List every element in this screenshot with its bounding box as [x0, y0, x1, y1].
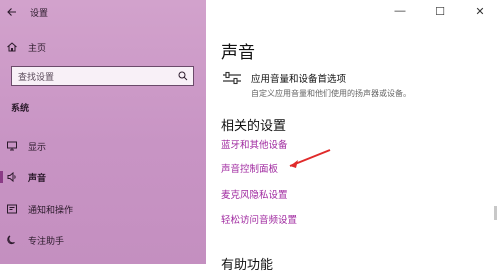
sidebar-item-home[interactable]: 主页 — [0, 36, 206, 58]
page-title: 声音 — [221, 43, 255, 63]
sidebar-item-label: 专注助手 — [28, 235, 65, 246]
maximize-button[interactable]: ☐ — [420, 0, 460, 22]
active-indicator — [0, 171, 3, 183]
close-button[interactable]: ✕ — [460, 0, 500, 22]
scrollbar-thumb[interactable] — [494, 206, 497, 220]
window-controls: — ☐ ✕ — [380, 0, 500, 22]
sidebar-item-label: 通知和操作 — [28, 204, 74, 215]
sidebar-item-label: 主页 — [28, 42, 47, 53]
back-arrow-icon[interactable] — [0, 0, 24, 24]
sidebar-item-notifications[interactable]: 通知和操作 — [0, 198, 206, 220]
speaker-icon — [0, 171, 24, 183]
section-heading: 系统 — [11, 103, 30, 113]
moon-icon — [0, 234, 24, 246]
link-microphone-privacy[interactable]: 麦克风隐私设置 — [221, 187, 288, 201]
related-settings-heading: 相关的设置 — [221, 119, 287, 134]
link-ease-of-access-audio[interactable]: 轻松访问音频设置 — [221, 212, 297, 226]
sidebar-item-display[interactable]: 显示 — [0, 135, 206, 157]
search-placeholder: 查找设置 — [18, 71, 55, 82]
option-text: 应用音量和设备首选项 自定义应用音量和他们使用的扬声器或设备。 — [251, 68, 411, 99]
app-title: 设置 — [30, 7, 49, 18]
app-volume-option[interactable]: 应用音量和设备首选项 自定义应用音量和他们使用的扬声器或设备。 — [221, 68, 491, 98]
home-icon — [0, 41, 24, 53]
sidebar: 设置 主页 查找设置 系统 显示 声音 通知和操作 专注助手 — [0, 0, 206, 264]
sliders-icon — [221, 70, 245, 94]
option-description: 自定义应用音量和他们使用的扬声器或设备。 — [251, 89, 411, 98]
option-title: 应用音量和设备首选项 — [251, 74, 347, 85]
notification-icon — [0, 203, 24, 215]
monitor-icon — [0, 140, 24, 152]
link-bluetooth-devices[interactable]: 蓝牙和其他设备 — [221, 137, 288, 151]
search-input[interactable]: 查找设置 — [11, 66, 194, 86]
sidebar-item-sound[interactable]: 声音 — [0, 166, 206, 188]
main-content: — ☐ ✕ 声音 应用音量和设备首选项 自定义应用音量和他们使用的扬声器或设备。… — [206, 0, 500, 273]
sidebar-item-focus-assist[interactable]: 专注助手 — [0, 229, 206, 251]
sidebar-item-label: 显示 — [28, 141, 47, 152]
title-bar: 设置 — [0, 0, 206, 24]
search-icon[interactable] — [173, 71, 193, 81]
minimize-button[interactable]: — — [380, 0, 420, 22]
link-sound-control-panel[interactable]: 声音控制面板 — [221, 161, 278, 175]
sidebar-item-label: 声音 — [28, 172, 47, 183]
